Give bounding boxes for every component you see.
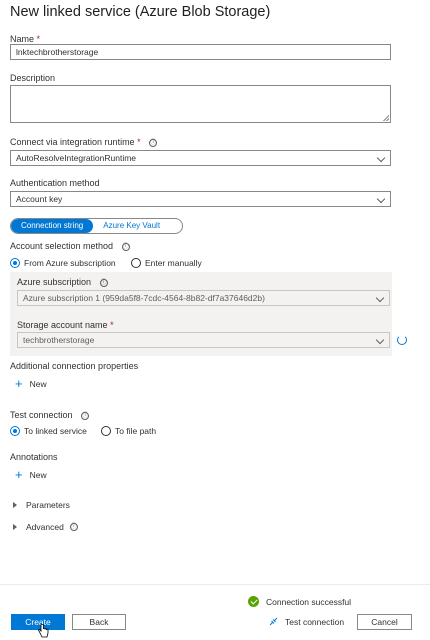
info-icon[interactable]: ⓘ <box>149 138 158 147</box>
footer-divider <box>0 584 430 585</box>
info-icon[interactable]: ⓘ <box>69 523 78 531</box>
name-label: Name * <box>10 34 40 44</box>
radio-label: To linked service <box>24 426 87 436</box>
account-selection-label: Account selection method ⓘ <box>10 241 130 251</box>
resize-grip-icon[interactable] <box>383 115 389 121</box>
radio-unselected-icon <box>101 426 111 436</box>
test-connection-label: Test connection ⓘ <box>10 410 90 420</box>
plug-icon <box>269 617 278 626</box>
storage-account-select[interactable]: techbrotherstorage <box>17 332 390 348</box>
info-icon[interactable]: ⓘ <box>99 278 108 287</box>
subscription-value: Azure subscription 1 (959da5f8-7cdc-4564… <box>23 293 265 303</box>
info-icon[interactable]: ⓘ <box>81 411 90 420</box>
description-textarea[interactable] <box>10 85 391 123</box>
tab-connection-string[interactable]: Connection string <box>11 219 94 233</box>
advanced-label: Advanced <box>26 522 64 532</box>
cancel-button[interactable]: Cancel <box>357 614 412 630</box>
subscription-select[interactable]: Azure subscription 1 (959da5f8-7cdc-4564… <box>17 290 390 306</box>
connection-status: Connection successful <box>266 597 352 607</box>
test-connection-label: Test connection <box>285 616 345 627</box>
required-mark: * <box>110 320 114 330</box>
name-label-text: Name <box>10 34 35 44</box>
radio-unselected-icon <box>131 258 141 268</box>
storage-account-label-text: Storage account name <box>17 320 108 330</box>
radio-from-azure-subscription[interactable]: From Azure subscription <box>10 258 116 268</box>
advanced-expander[interactable]: Advanced ⓘ <box>12 522 78 532</box>
connection-type-toggle: Connection string Azure Key Vault <box>10 218 183 234</box>
required-mark: * <box>36 34 41 44</box>
add-connection-property-button[interactable]: + New <box>15 376 47 391</box>
chevron-down-icon <box>375 293 385 303</box>
name-input[interactable]: lnktechbrotherstorage <box>10 44 391 60</box>
radio-label: From Azure subscription <box>24 258 116 268</box>
plus-icon: + <box>15 467 23 482</box>
radio-to-file-path[interactable]: To file path <box>101 426 156 436</box>
integration-runtime-value: AutoResolveIntegrationRuntime <box>16 153 137 163</box>
storage-account-value: techbrotherstorage <box>23 335 95 345</box>
success-check-icon <box>248 596 259 607</box>
new-label: New <box>29 470 47 480</box>
tab-azure-key-vault[interactable]: Azure Key Vault <box>93 219 170 233</box>
chevron-down-icon <box>376 194 386 204</box>
radio-enter-manually[interactable]: Enter manually <box>131 258 202 268</box>
required-mark: * <box>137 137 141 147</box>
page-title: New linked service (Azure Blob Storage) <box>10 4 271 20</box>
plus-icon: + <box>15 376 23 391</box>
auth-method-label: Authentication method <box>10 178 100 188</box>
subscription-label: Azure subscription ⓘ <box>17 277 108 287</box>
hand-cursor-icon <box>38 624 49 638</box>
radio-selected-icon <box>10 426 20 436</box>
integration-runtime-label: Connect via integration runtime * ⓘ <box>10 137 158 147</box>
info-icon[interactable]: ⓘ <box>121 242 130 251</box>
radio-label: Enter manually <box>145 258 202 268</box>
parameters-expander[interactable]: Parameters <box>12 500 70 510</box>
test-connection-button[interactable]: Test connection <box>268 616 344 627</box>
new-label: New <box>29 379 47 389</box>
radio-label: To file path <box>115 426 157 436</box>
chevron-down-icon <box>376 153 386 163</box>
chevron-right-icon <box>13 502 17 508</box>
auth-method-value: Account key <box>16 194 63 204</box>
chevron-right-icon <box>13 524 17 530</box>
test-connection-label-text: Test connection <box>10 410 73 420</box>
description-label: Description <box>10 73 56 83</box>
radio-selected-icon <box>10 258 20 268</box>
chevron-down-icon <box>375 335 385 345</box>
add-annotation-button[interactable]: + New <box>15 467 47 482</box>
account-selection-label-text: Account selection method <box>10 241 114 251</box>
storage-account-label: Storage account name * <box>17 320 114 330</box>
radio-to-linked-service[interactable]: To linked service <box>10 426 87 436</box>
annotations-label: Annotations <box>10 452 58 462</box>
subscription-label-text: Azure subscription <box>17 277 92 287</box>
additional-properties-label: Additional connection properties <box>10 361 139 371</box>
refresh-icon[interactable] <box>397 335 407 345</box>
back-button[interactable]: Back <box>72 614 126 630</box>
integration-runtime-select[interactable]: AutoResolveIntegrationRuntime <box>10 150 391 166</box>
parameters-label: Parameters <box>26 500 70 510</box>
auth-method-select[interactable]: Account key <box>10 191 391 207</box>
integration-runtime-label-text: Connect via integration runtime <box>10 137 135 147</box>
